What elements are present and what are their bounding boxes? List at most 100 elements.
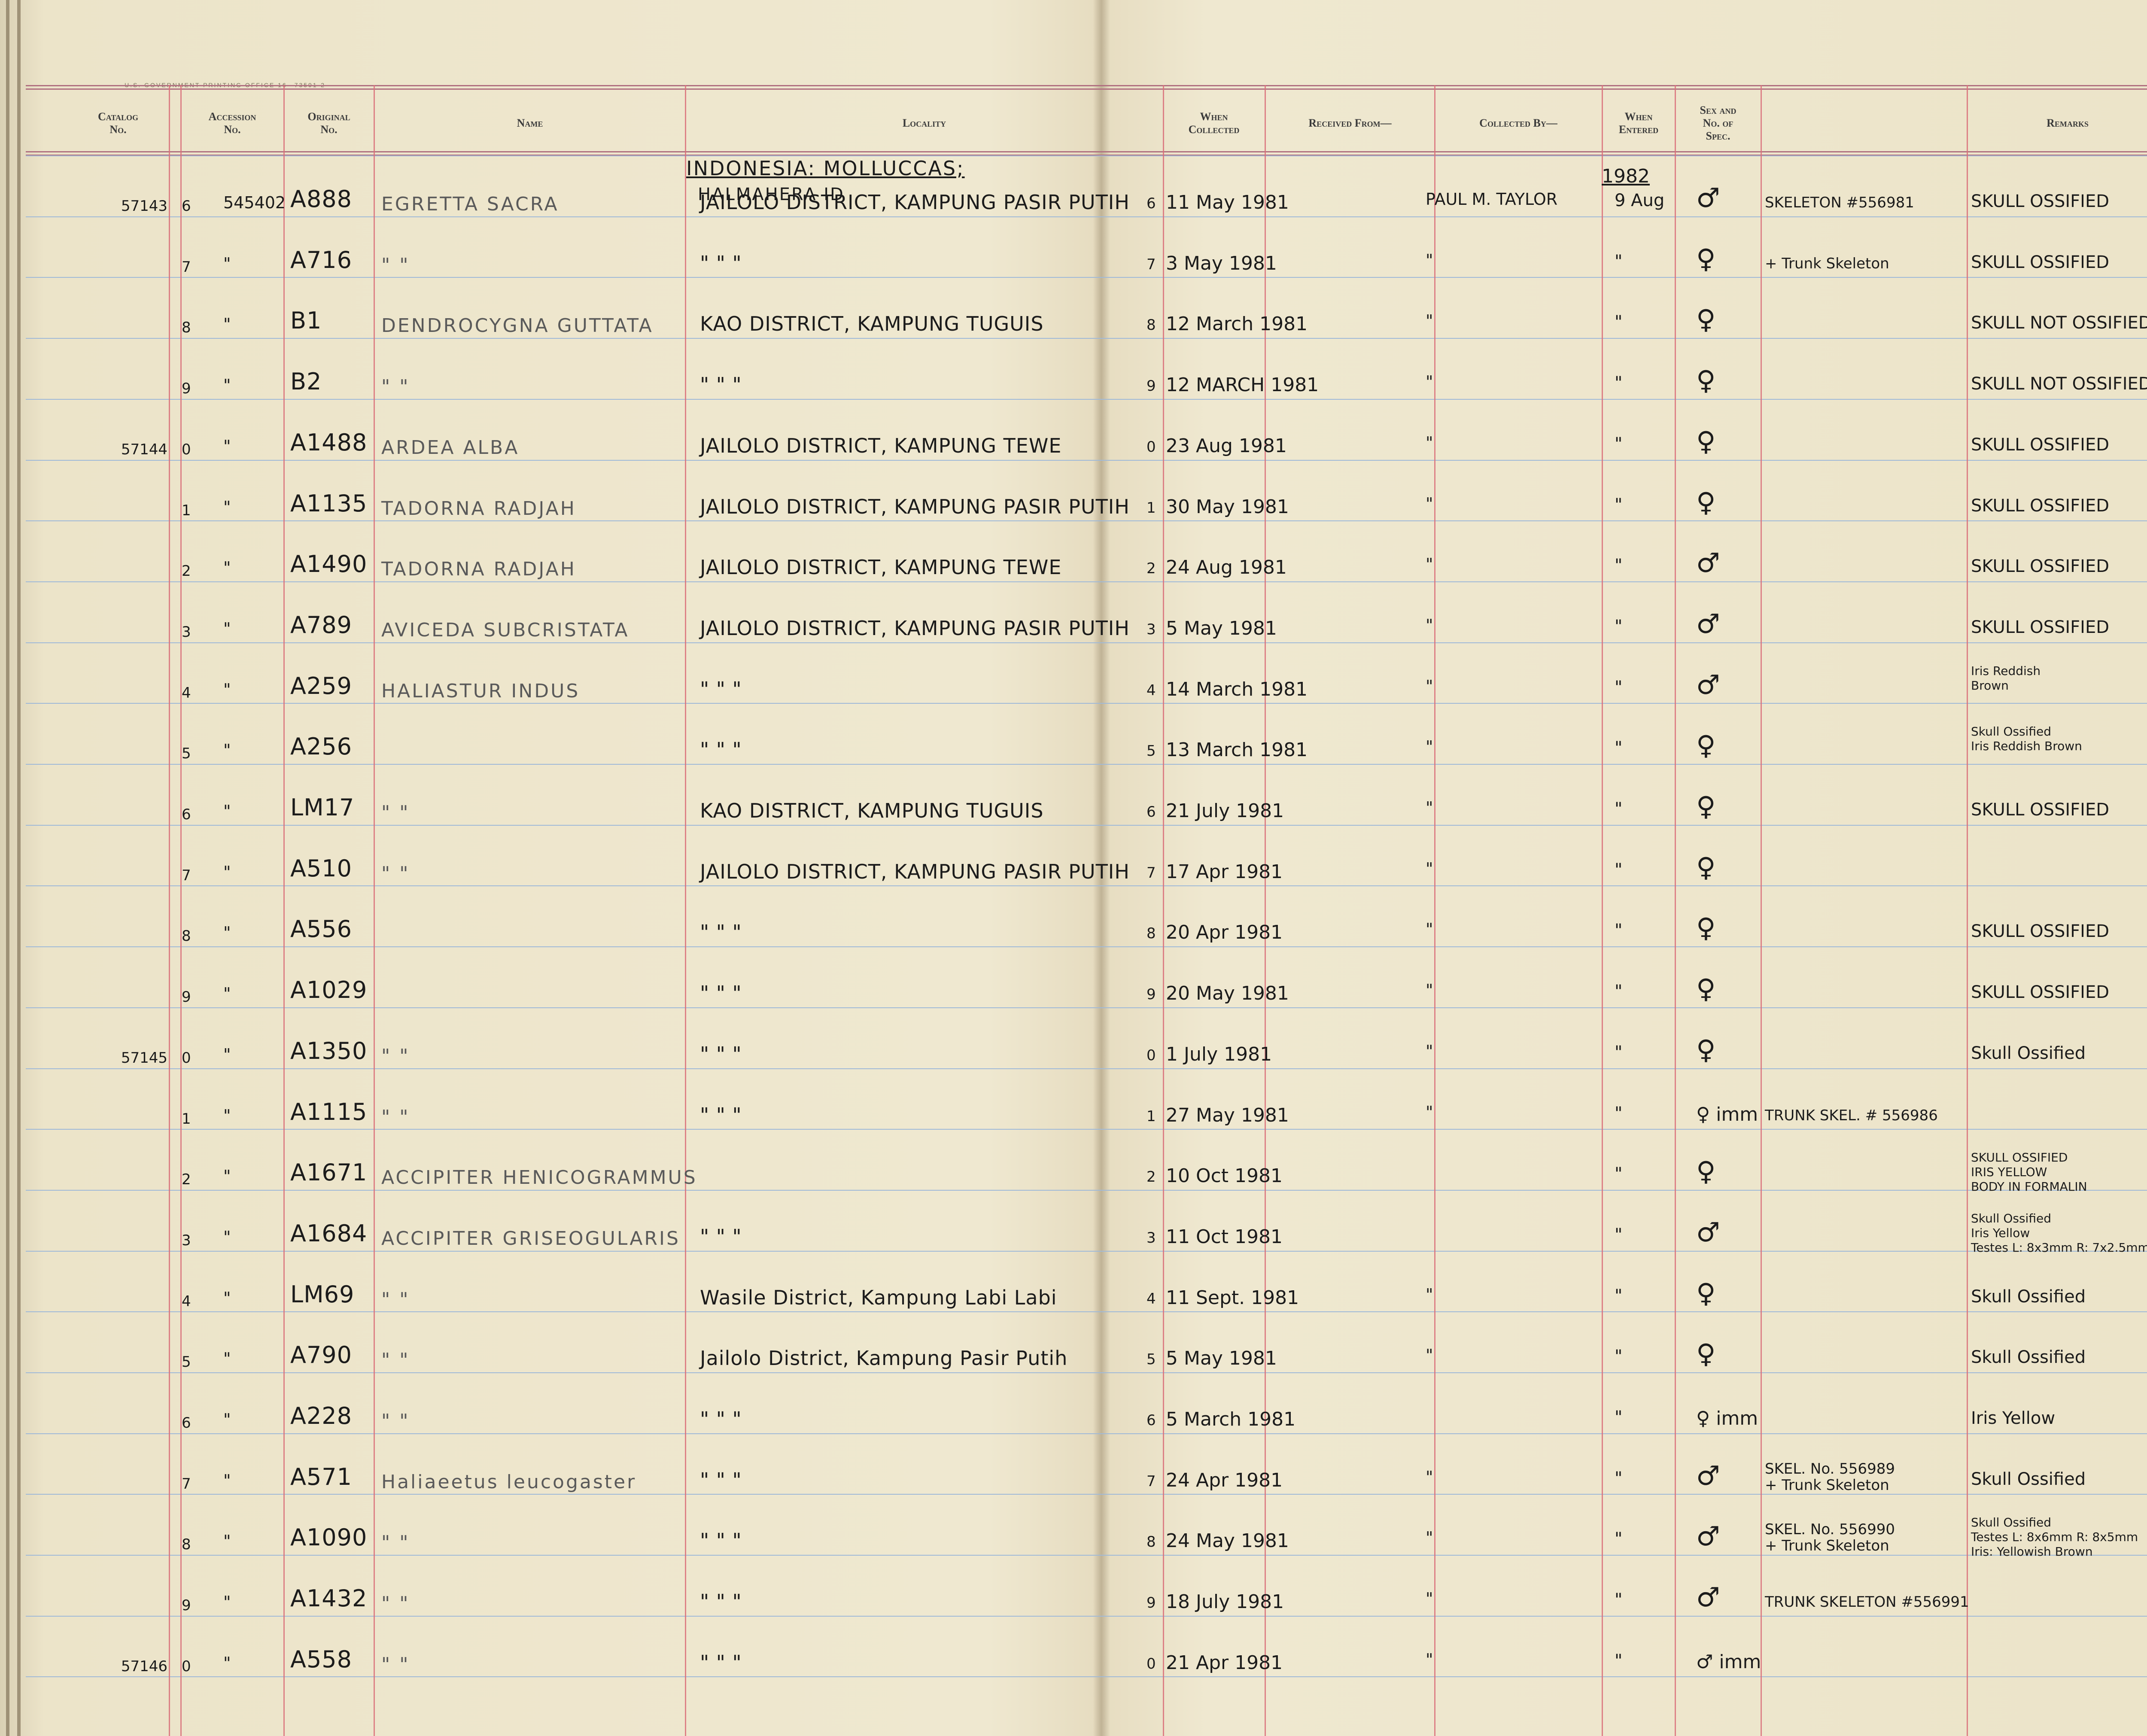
- sex-symbol: ♂: [1696, 182, 1720, 213]
- accession-number: ": [223, 619, 231, 638]
- table-row: 6 " LM17 " " KAO DISTRICT, KAMPUNG TUGUIS 6 21…: [0, 764, 2147, 825]
- original-number: A789: [290, 611, 353, 638]
- date-entered: 9 Aug: [1615, 191, 1665, 210]
- date-collected: 20 Apr 1981: [1166, 921, 1283, 943]
- species-name: HALIASTUR INDUS: [381, 680, 580, 702]
- sex-symbol: ♂ imm: [1696, 1651, 1761, 1673]
- table-row: 9 " A1029 " " " 9 20 May 1981 " " ♀ SKULL OSSIFIE…: [0, 946, 2147, 1007]
- received-from: ": [1426, 737, 1433, 756]
- species-name: EGRETTA SACRA: [381, 193, 559, 215]
- received-from: ": [1426, 1103, 1433, 1122]
- table-row: 4 " LM69 " " Wasile District, Kampung Labi L…: [0, 1251, 2147, 1312]
- species-name: " ": [381, 863, 410, 885]
- catalog-digit: 3: [182, 623, 191, 641]
- catalog-number: 57143: [121, 198, 167, 215]
- catalog-digit: 7: [182, 867, 191, 884]
- catalog-digit: 1: [182, 502, 191, 519]
- sex-symbol: ♀: [1696, 1155, 1716, 1187]
- date-entered: ": [1615, 1529, 1623, 1549]
- received-from: ": [1426, 920, 1433, 939]
- table-row: 4 " A259 HALIASTUR INDUS " " " 4 14 March 1981…: [0, 642, 2147, 703]
- species-name: ACCIPITER GRISEOGULARIS: [381, 1228, 680, 1250]
- sex-symbol: ♀ imm: [1696, 1408, 1758, 1429]
- original-number: A510: [290, 855, 353, 882]
- locality: " " ": [700, 1043, 742, 1066]
- catalog-digit: 9: [182, 1597, 191, 1614]
- top-rule-2: [26, 88, 2147, 90]
- table-row: 7 " A510 " " JAILOLO DISTRICT, KAMPUNG PASIR…: [0, 825, 2147, 886]
- table-row: 57144 0 " A1488 ARDEA ALBA JAILOLO DISTRICT, …: [0, 399, 2147, 460]
- received-from: ": [1426, 1468, 1433, 1487]
- date-entered: ": [1615, 678, 1623, 697]
- remarks: Skull Ossified Testes L: 8x6mm R: 8x5mm …: [1971, 1515, 2138, 1559]
- header-received-from: Received From—: [1308, 117, 1392, 129]
- locality: KAO DISTRICT, KAMPUNG TUGUIS: [700, 799, 1044, 822]
- when-digit: 8: [1146, 1533, 1156, 1551]
- date-collected: 11 May 1981: [1166, 192, 1289, 213]
- locality: JAILOLO DISTRICT, KAMPUNG TEWE: [700, 556, 1062, 579]
- header-name: Name: [517, 117, 543, 129]
- locality: " " ": [700, 1408, 742, 1431]
- when-digit: 6: [1146, 195, 1156, 212]
- when-digit: 6: [1146, 803, 1156, 821]
- when-digit: 8: [1146, 316, 1156, 334]
- date-collected: 11 Oct 1981: [1166, 1226, 1283, 1248]
- sex-symbol: ♀: [1696, 790, 1716, 822]
- header-sex: Sex and No. of Spec.: [1700, 104, 1736, 142]
- table-row: 57145 0 " A1350 " " " " " 0 1 July 1981 " " ♀ Skull…: [0, 1007, 2147, 1068]
- catalog-digit: 8: [182, 927, 191, 945]
- original-number: LM69: [290, 1281, 355, 1308]
- received-from: ": [1426, 311, 1433, 330]
- when-digit: 7: [1146, 864, 1156, 882]
- species-name: TADORNA RADJAH: [381, 498, 576, 520]
- received-from: ": [1426, 494, 1433, 513]
- original-number: A1490: [290, 550, 368, 578]
- date-collected: 18 July 1981: [1166, 1591, 1284, 1613]
- species-name: " ": [381, 1532, 410, 1554]
- species-name: DENDROCYGNA GUTTATA: [381, 315, 654, 337]
- date-entered: ": [1615, 312, 1623, 332]
- sex-symbol: ♀: [1696, 912, 1716, 943]
- remarks: Skull Ossified: [1971, 1469, 2086, 1489]
- original-number: A888: [290, 185, 353, 213]
- date-entered: ": [1615, 617, 1623, 636]
- original-number: A1350: [290, 1037, 368, 1064]
- accession-number: ": [223, 680, 231, 699]
- locality: " " ": [700, 1104, 742, 1127]
- catalog-digit: 9: [182, 988, 191, 1006]
- catalog-digit: 7: [182, 1475, 191, 1493]
- header-locality: Locality: [902, 117, 946, 129]
- locality: " " ": [700, 921, 742, 944]
- table-row: 9 " B2 " " " " " 9 12 MARCH 1981 " " ♀ SKULL NOT O…: [0, 338, 2147, 399]
- when-digit: 7: [1146, 1473, 1156, 1490]
- date-entered: ": [1615, 373, 1623, 393]
- original-number: B2: [290, 368, 322, 395]
- accession-number: ": [223, 437, 231, 456]
- accession-number: ": [223, 1593, 231, 1611]
- accession-number: 545402: [223, 193, 286, 212]
- header-remarks: Remarks: [2047, 117, 2089, 129]
- when-digit: 4: [1146, 682, 1156, 699]
- accession-number: ": [223, 1106, 231, 1125]
- accession-number: ": [223, 254, 231, 273]
- when-digit: 2: [1146, 1168, 1156, 1186]
- remarks: Skull Ossified Iris Reddish Brown: [1971, 724, 2082, 753]
- date-collected: 23 Aug 1981: [1166, 435, 1287, 457]
- date-collected: 21 July 1981: [1166, 800, 1284, 822]
- original-number: A1115: [290, 1098, 368, 1125]
- species-name: ARDEA ALBA: [381, 437, 520, 459]
- locality: JAILOLO DISTRICT, KAMPUNG PASIR PUTIH: [700, 860, 1130, 883]
- when-digit: 1: [1146, 499, 1156, 517]
- catalog-number: 57144: [121, 441, 167, 458]
- when-digit: 9: [1146, 377, 1156, 395]
- date-collected: 24 May 1981: [1166, 1530, 1289, 1552]
- remarks: SKULL OSSIFIED: [1971, 617, 2110, 637]
- remarks: Skull Ossified: [1971, 1043, 2086, 1063]
- date-entered: ": [1615, 556, 1623, 575]
- locality: " " ": [700, 738, 742, 761]
- date-entered: ": [1615, 1225, 1623, 1245]
- remarks: SKULL OSSIFIED IRIS YELLOW BODY IN FORMA…: [1971, 1150, 2087, 1194]
- accession-number: ": [223, 741, 231, 760]
- date-collected: 3 May 1981: [1166, 252, 1277, 274]
- date-collected: 24 Aug 1981: [1166, 556, 1287, 578]
